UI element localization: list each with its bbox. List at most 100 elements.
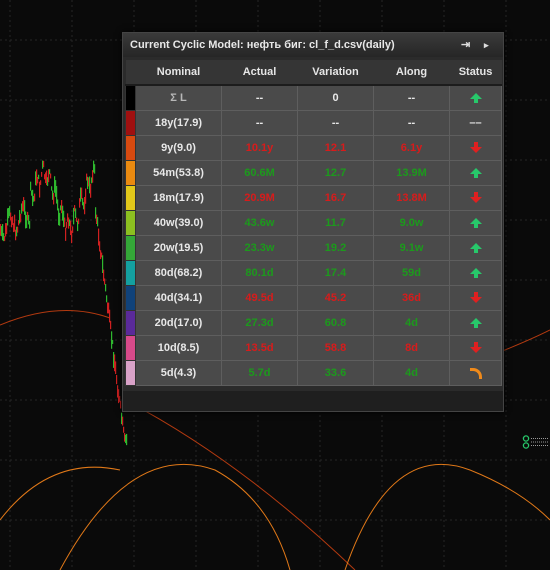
table-row[interactable]: 20w(19.5) 23.3w 19.2 9.1w — [125, 235, 502, 261]
cycle-actual: 13.5d — [221, 335, 298, 361]
cycle-color-swatch — [125, 310, 136, 336]
price-candle — [72, 226, 74, 233]
price-candle — [43, 160, 45, 168]
up-arrow-icon — [469, 318, 482, 328]
price-candle — [112, 339, 114, 345]
table-row[interactable]: 10d(8.5) 13.5d 58.8 8d — [125, 335, 502, 361]
cycle-color-swatch — [125, 110, 136, 136]
price-candle — [49, 169, 51, 175]
dash-icon: –– — [469, 117, 482, 129]
cycle-along: 36d — [373, 285, 450, 311]
cycle-curve — [499, 329, 550, 353]
cycle-actual: 20.9M — [221, 185, 298, 211]
table-row[interactable]: 18y(17.9) -- -- -- –– — [125, 110, 502, 136]
cycle-color-swatch — [125, 260, 136, 286]
cycle-color-swatch — [125, 84, 136, 111]
down-arrow-icon — [469, 192, 482, 203]
header-variation[interactable]: Variation — [297, 60, 374, 86]
cycle-variation: 16.7 — [297, 185, 374, 211]
up-arrow-icon — [469, 93, 482, 103]
turn-icon — [469, 368, 482, 379]
price-candle — [97, 217, 99, 227]
cycle-status — [449, 260, 502, 286]
cycle-nominal: 10d(8.5) — [135, 335, 222, 361]
cycle-actual: 10.1y — [221, 135, 298, 161]
up-arrow-icon — [469, 218, 482, 228]
price-candle — [106, 295, 108, 303]
cycle-along: 9.1w — [373, 235, 450, 261]
cycle-status — [449, 335, 502, 361]
table-row[interactable]: 5d(4.3) 5.7d 33.6 4d — [125, 360, 502, 386]
cycle-variation: 17.4 — [297, 260, 374, 286]
table-row[interactable]: Σ L -- 0 -- — [125, 84, 502, 111]
cycle-variation: 60.8 — [297, 310, 374, 336]
cycle-nominal: 18y(17.9) — [135, 110, 222, 136]
cycle-actual: 27.3d — [221, 310, 298, 336]
cycle-nominal: 40w(39.0) — [135, 210, 222, 236]
pin-icon[interactable]: ⇥ — [461, 33, 470, 57]
cycle-actual: 60.6M — [221, 160, 298, 186]
header-status[interactable]: Status — [449, 60, 502, 86]
cycle-actual: -- — [221, 110, 298, 136]
cycle-color-swatch — [125, 360, 136, 386]
price-candle — [64, 217, 66, 227]
up-arrow-icon — [469, 168, 482, 178]
price-candle — [38, 174, 40, 180]
price-candle — [116, 374, 118, 385]
price-candle — [29, 220, 31, 229]
price-candle — [20, 213, 22, 223]
price-candle — [105, 284, 107, 292]
cycle-curve — [0, 310, 111, 326]
price-candle — [123, 426, 125, 433]
cycle-status — [449, 310, 502, 336]
panel-titlebar[interactable]: Current Cyclic Model: нефть биг: cl_f_d.… — [123, 33, 503, 57]
cycle-status — [449, 160, 502, 186]
price-candle — [66, 221, 68, 229]
price-candle — [99, 241, 101, 252]
cycle-variation: 45.2 — [297, 285, 374, 311]
cycle-curve — [344, 463, 550, 570]
table-header-row: Nominal Actual Variation Along Status — [125, 60, 502, 86]
cycle-nominal: 18m(17.9) — [135, 185, 222, 211]
cycle-along: 13.9M — [373, 160, 450, 186]
table-row[interactable]: 20d(17.0) 27.3d 60.8 4d — [125, 310, 502, 336]
price-candle — [30, 181, 32, 191]
cycle-variation: 58.8 — [297, 335, 374, 361]
table-row[interactable]: 9y(9.0) 10.1y 12.1 6.1y — [125, 135, 502, 161]
down-arrow-icon — [469, 342, 482, 353]
cycle-actual: 5.7d — [221, 360, 298, 386]
cycle-color-swatch — [125, 285, 136, 311]
cycle-variation: 12.1 — [297, 135, 374, 161]
cycle-color-swatch — [125, 235, 136, 261]
price-candle — [122, 416, 124, 426]
price-candle — [41, 171, 43, 177]
up-arrow-icon — [469, 268, 482, 278]
table-row[interactable]: 40d(34.1) 49.5d 45.2 36d — [125, 285, 502, 311]
cycle-nominal: 5d(4.3) — [135, 360, 222, 386]
price-candle — [115, 361, 117, 375]
cycle-along: 8d — [373, 335, 450, 361]
cycle-status — [449, 210, 502, 236]
price-candle — [81, 187, 83, 200]
price-candle — [85, 188, 87, 204]
table-row[interactable]: 18m(17.9) 20.9M 16.7 13.8M — [125, 185, 502, 211]
header-actual[interactable]: Actual — [221, 60, 298, 86]
table-row[interactable]: 54m(53.8) 60.6M 12.7 13.9M — [125, 160, 502, 186]
cycle-nominal: 9y(9.0) — [135, 135, 222, 161]
cycle-along: 59d — [373, 260, 450, 286]
price-candle — [78, 218, 80, 225]
table-row[interactable]: 40w(39.0) 43.6w 11.7 9.0w — [125, 210, 502, 236]
down-arrow-icon — [469, 142, 482, 153]
table-row[interactable]: 80d(68.2) 80.1d 17.4 59d — [125, 260, 502, 286]
price-candle — [104, 278, 106, 285]
cycle-curve — [59, 463, 291, 570]
cycle-nominal: 20d(17.0) — [135, 310, 222, 336]
cycle-status — [449, 135, 502, 161]
scale-handle-icon[interactable] — [522, 435, 548, 449]
price-candle — [59, 212, 61, 226]
triangle-right-icon[interactable]: ▸ — [484, 33, 489, 57]
header-along[interactable]: Along — [373, 60, 450, 86]
header-nominal[interactable]: Nominal — [135, 60, 222, 86]
cycle-actual: 80.1d — [221, 260, 298, 286]
cycle-actual: -- — [221, 84, 298, 111]
